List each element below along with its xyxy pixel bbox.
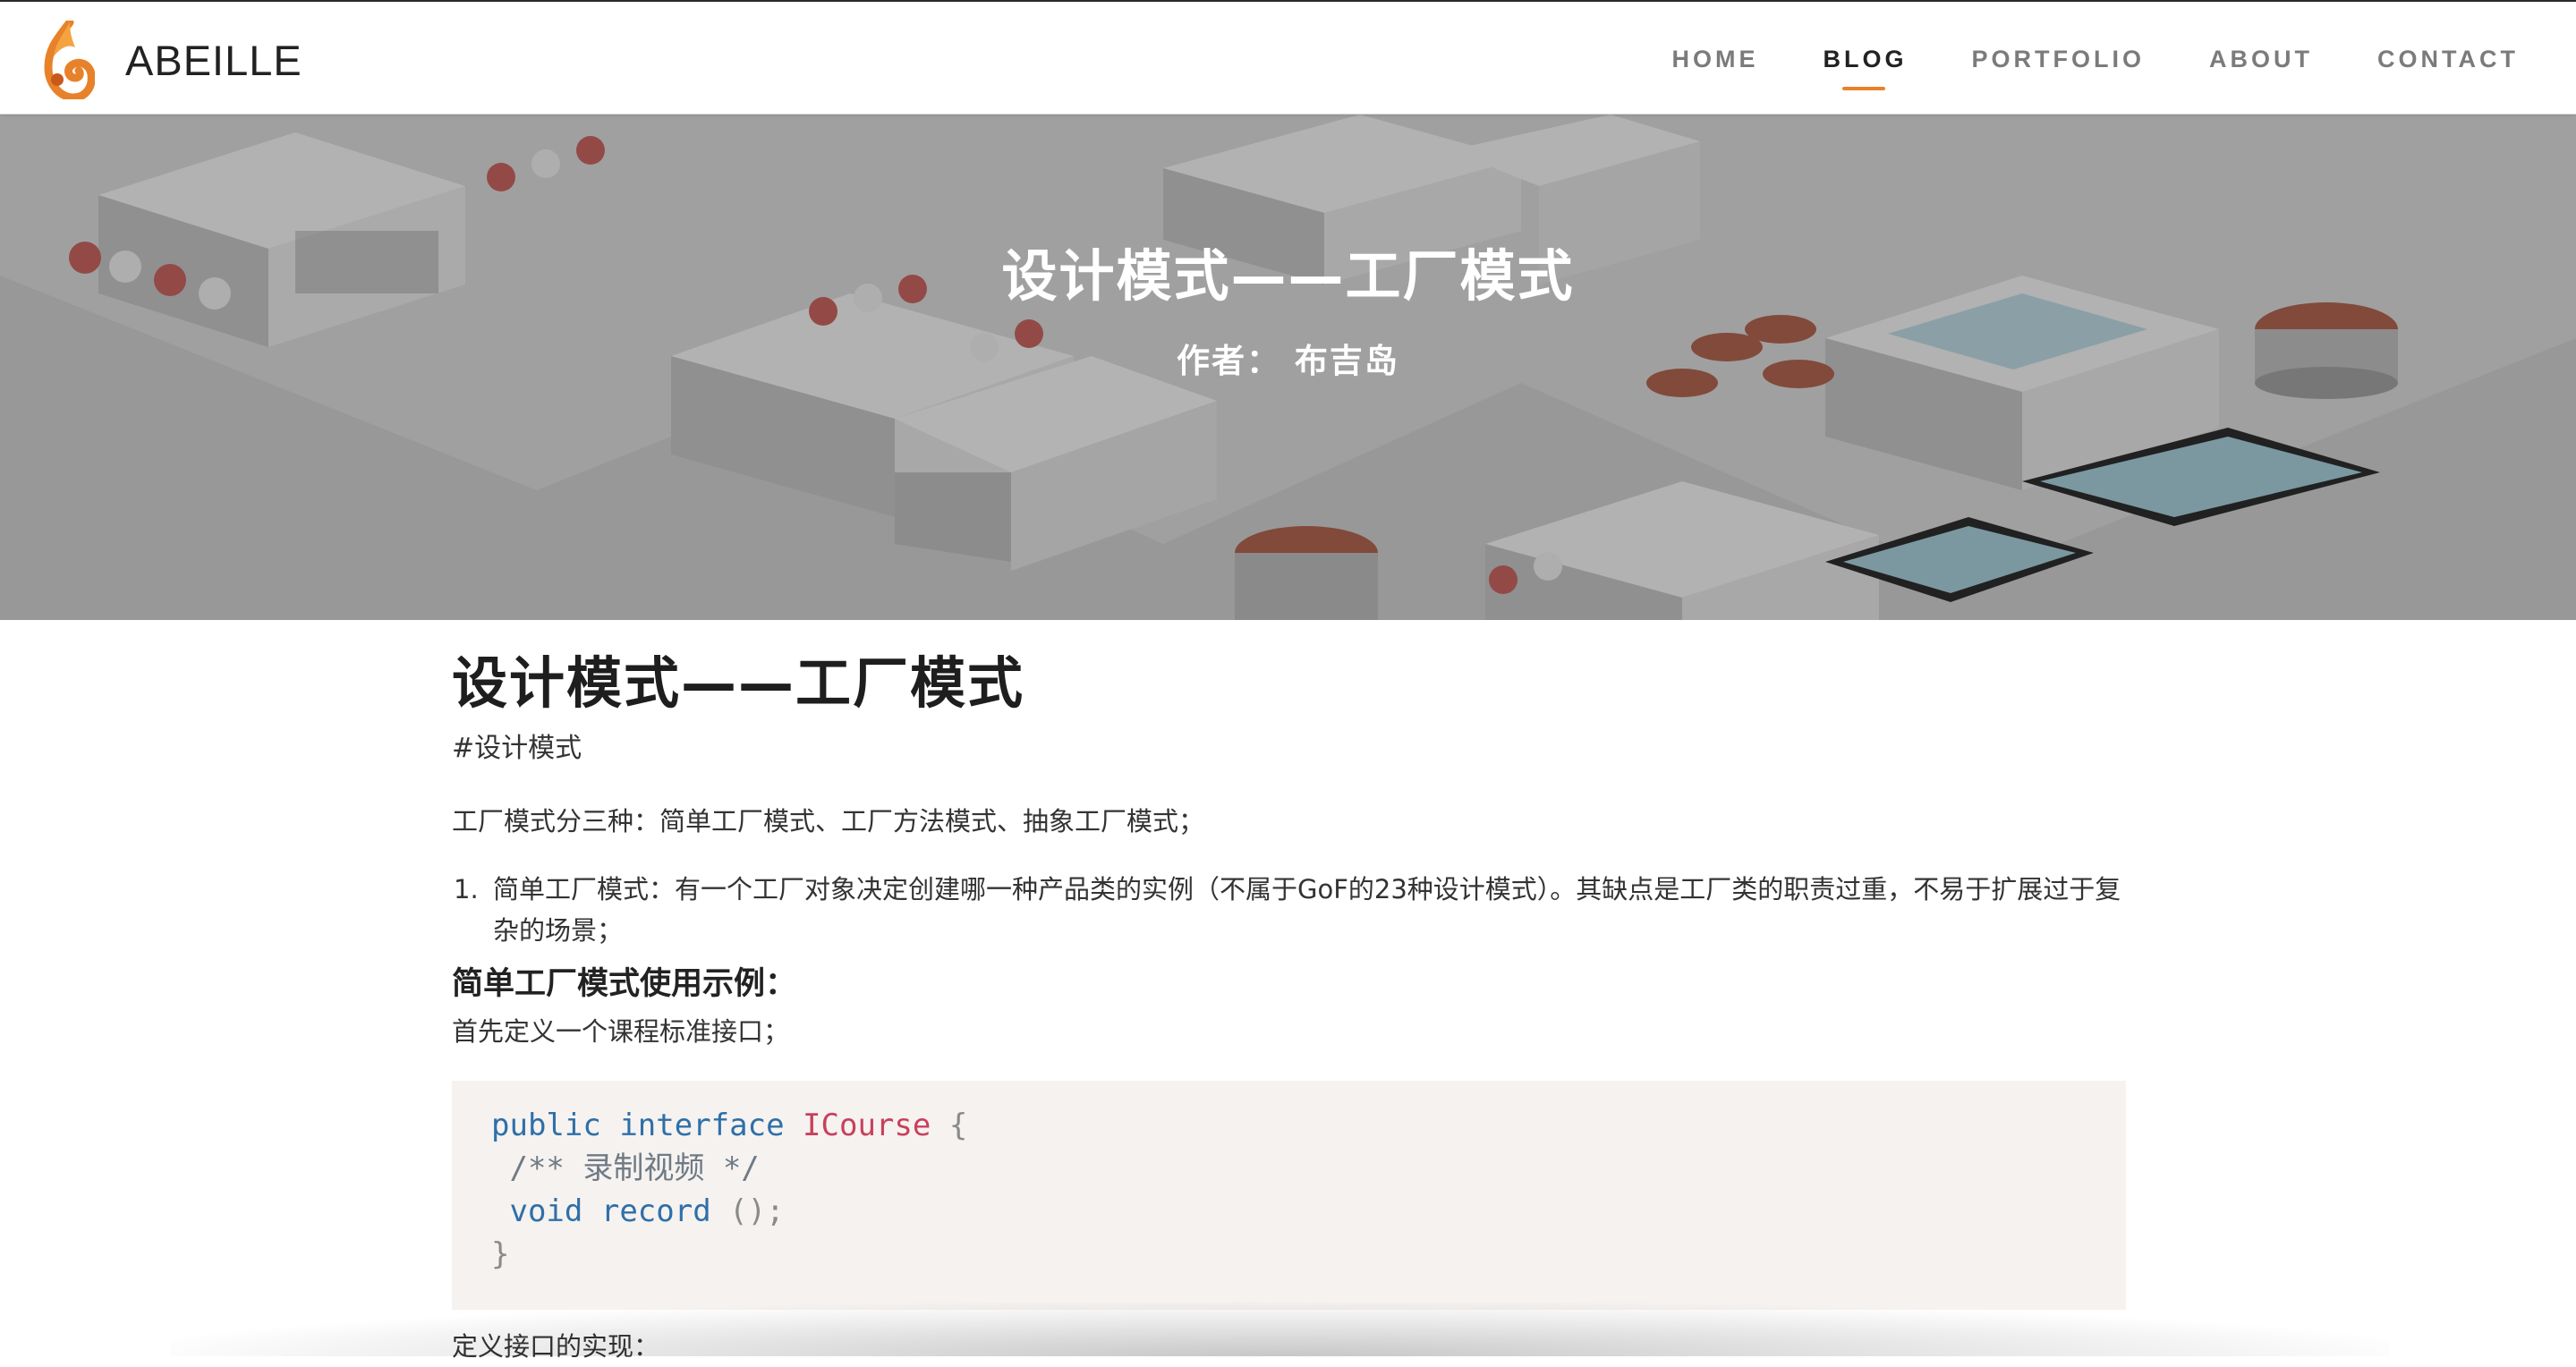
code-keyword: public <box>491 1108 601 1144</box>
hero-title: 设计模式——工厂模式 <box>1001 243 1575 309</box>
abeille-logo-icon <box>44 21 95 99</box>
code-method-name: record <box>600 1193 711 1230</box>
next-paragraph: 定义接口的实现： <box>452 1331 660 1363</box>
intro-paragraph: 工厂模式分三种：简单工厂模式、工厂方法模式、抽象工厂模式； <box>452 806 1205 837</box>
hero-banner: 设计模式——工厂模式 作者： 布吉岛 <box>0 115 2576 620</box>
post-title: 设计模式——工厂模式 <box>452 650 1025 716</box>
code-keyword: interface <box>619 1108 785 1144</box>
nav-portfolio[interactable]: PORTFOLIO <box>1972 46 2146 73</box>
code-punctuation: } <box>491 1236 510 1273</box>
brand-name: ABEILLE <box>125 36 302 84</box>
code-keyword: void <box>509 1193 583 1230</box>
nav-blog[interactable]: BLOG <box>1823 45 1908 90</box>
code-punctuation: (); <box>729 1193 785 1230</box>
code-comment: /** 录制视频 */ <box>509 1150 760 1187</box>
nav-about[interactable]: ABOUT <box>2209 46 2313 73</box>
brand[interactable]: ABEILLE <box>39 20 302 100</box>
section-heading: 简单工厂模式使用示例： <box>452 966 797 1003</box>
section-paragraph: 首先定义一个课程标准接口； <box>452 1016 790 1048</box>
code-class-name: ICourse <box>803 1108 931 1144</box>
nav-active-indicator <box>1841 86 1885 90</box>
nav-blog-label: BLOG <box>1823 45 1908 72</box>
main-nav: HOME BLOG PORTFOLIO ABOUT CONTACT <box>1608 2 2519 116</box>
nav-home[interactable]: HOME <box>1672 46 1759 73</box>
code-punctuation: { <box>948 1108 968 1144</box>
ordered-list: 1. 简单工厂模式：有一个工厂对象决定创建哪一种产品类的实例（不属于GoF的23… <box>452 869 2126 951</box>
list-item-text: 简单工厂模式：有一个工厂对象决定创建哪一种产品类的实例（不属于GoF的23种设计… <box>493 874 2121 947</box>
nav-contact[interactable]: CONTACT <box>2377 46 2519 73</box>
list-item: 1. 简单工厂模式：有一个工厂对象决定创建哪一种产品类的实例（不属于GoF的23… <box>452 869 2126 951</box>
list-item-number: 1. <box>454 874 479 905</box>
code-block: public interface ICourse { /** 录制视频 */ v… <box>452 1081 2126 1311</box>
post-tag[interactable]: #设计模式 <box>452 726 2126 765</box>
article-body: 设计模式——工厂模式 #设计模式 工厂模式分三种：简单工厂模式、工厂方法模式、抽… <box>452 620 2126 1367</box>
hero-author: 作者： 布吉岛 <box>1177 342 1399 380</box>
top-navbar: ABEILLE HOME BLOG PORTFOLIO ABOUT CONTAC… <box>0 0 2576 115</box>
